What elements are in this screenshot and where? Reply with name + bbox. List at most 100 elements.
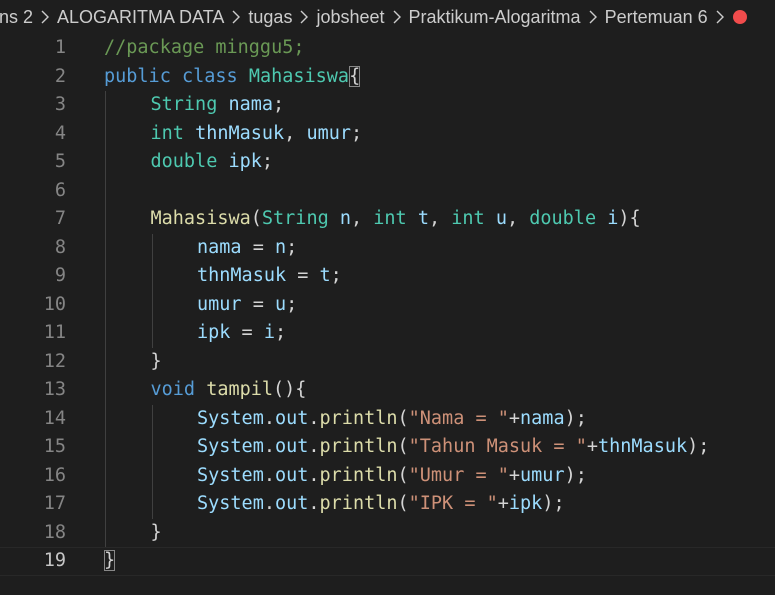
code-token: ); <box>564 464 587 486</box>
line-number: 16 <box>43 464 66 486</box>
line-number: 15 <box>43 436 66 457</box>
code-editor-window: ns 2 ALOGARITMA DATA tugas jobsheet Prak… <box>0 0 775 595</box>
code-token: . <box>263 464 275 486</box>
breadcrumb-item-jobsheet[interactable]: jobsheet <box>315 7 385 28</box>
code-line[interactable]: 5 double ipk; <box>0 148 775 177</box>
code-token: ); <box>542 493 565 514</box>
line-number: 4 <box>54 122 66 144</box>
code-token: System <box>197 493 264 514</box>
code-token: + <box>497 493 509 514</box>
code-text: //package minggu5; <box>104 34 304 63</box>
code-token: ; <box>261 151 274 172</box>
breadcrumb: ns 2 ALOGARITMA DATA tugas jobsheet Prak… <box>0 0 775 34</box>
line-number: 18 <box>43 521 66 543</box>
code-token: . <box>263 407 275 429</box>
code-line[interactable]: 7 Mahasiswa(String n, int t, int u, doubl… <box>0 205 775 234</box>
indent-guide <box>151 404 153 519</box>
code-token: umur <box>306 122 352 144</box>
line-number: 9 <box>54 265 66 286</box>
code-token: public <box>104 65 171 87</box>
breadcrumb-item-pertemuan-6[interactable]: Pertemuan 6 <box>604 7 709 28</box>
code-line[interactable]: 8 nama = n; <box>0 234 775 263</box>
code-line[interactable]: 6 <box>0 177 775 206</box>
code-token: ( <box>397 464 409 486</box>
code-token: System <box>197 464 264 486</box>
code-token: //package minggu5; <box>104 37 305 58</box>
code-token: "Tahun Masuk = " <box>408 436 587 457</box>
code-text: umur = u; <box>197 291 297 320</box>
code-token: } <box>104 550 116 571</box>
code-text: System.out.println("Tahun Masuk = "+thnM… <box>197 433 709 462</box>
line-number: 17 <box>43 493 66 514</box>
code-token: ; <box>330 265 342 286</box>
code-token: "IPK = " <box>408 493 498 514</box>
breadcrumb-item-folder[interactable]: ns 2 <box>0 7 34 28</box>
code-text: public class Mahasiswa{ <box>104 63 361 92</box>
code-line[interactable]: 3 String nama; <box>0 91 775 120</box>
code-token: println <box>319 464 398 486</box>
code-text: } <box>151 348 162 377</box>
code-token: Mahasiswa <box>150 208 251 229</box>
code-line[interactable]: 10 umur = u; <box>0 291 775 320</box>
line-number: 7 <box>54 208 66 229</box>
code-token: ); <box>564 407 587 429</box>
code-token: ){ <box>618 208 641 229</box>
chevron-right-icon <box>230 10 242 24</box>
code-line[interactable]: 16 System.out.println("Umur = "+umur); <box>0 462 775 491</box>
chevron-right-icon <box>391 10 403 24</box>
code-text: System.out.println("Nama = "+nama); <box>197 405 587 434</box>
code-line[interactable]: 18} <box>0 519 775 548</box>
code-line[interactable]: 1 //package minggu5; <box>0 34 775 63</box>
code-token: = <box>230 322 264 343</box>
code-token: void <box>150 379 196 400</box>
code-token: String <box>150 94 218 115</box>
breadcrumb-item-alogaritma-data[interactable]: ALOGARITMA DATA <box>56 7 225 28</box>
code-token: out <box>274 407 309 429</box>
code-token: . <box>263 436 275 457</box>
code-line[interactable]: 4 int thnMasuk, umur; <box>0 120 775 149</box>
code-token: tampil <box>206 379 274 400</box>
code-line[interactable]: 2 public class Mahasiswa{ <box>0 63 775 92</box>
code-token: umur <box>520 464 565 486</box>
line-number: 6 <box>54 179 66 201</box>
code-token: n <box>274 236 287 258</box>
code-token: t <box>319 265 331 286</box>
code-text: System.out.println("IPK = "+ipk); <box>197 490 565 519</box>
code-line[interactable]: 12} <box>0 348 775 377</box>
code-token: thnMasuk <box>195 122 285 144</box>
code-line[interactable]: 14 System.out.println("Nama = "+nama); <box>0 405 775 434</box>
code-token: i <box>263 322 275 343</box>
editor-text-area[interactable]: 1 //package minggu5; 2 public class Mahasis… <box>0 34 775 595</box>
line-number: 19 <box>43 550 66 571</box>
code-token: } <box>150 350 162 372</box>
code-line[interactable]: 17 System.out.println("IPK = "+ipk); <box>0 490 775 519</box>
code-token: ( <box>250 208 262 229</box>
code-line[interactable]: 19} <box>0 547 775 576</box>
code-token: "Nama = " <box>408 407 509 429</box>
code-token: = <box>241 236 275 258</box>
error-dot-icon[interactable] <box>732 10 747 24</box>
code-token: out <box>274 493 309 514</box>
code-token: int <box>373 208 407 229</box>
code-line[interactable]: 9 thnMasuk = t; <box>0 262 775 291</box>
chevron-right-icon <box>587 10 599 24</box>
breadcrumb-item-tugas[interactable]: tugas <box>247 7 293 28</box>
code-token: . <box>263 493 275 514</box>
code-token: ; <box>286 293 298 315</box>
code-line[interactable]: 15 System.out.println("Tahun Masuk = "+th… <box>0 433 775 462</box>
code-line[interactable]: 11 ipk = i; <box>0 319 775 348</box>
breadcrumb-item-praktikum[interactable]: Praktikum-Alogaritma <box>408 7 582 28</box>
code-token: println <box>319 436 398 457</box>
code-token: . <box>308 436 320 457</box>
code-line[interactable]: 13 void tampil(){ <box>0 376 775 405</box>
code-text: ipk = i; <box>197 319 286 348</box>
code-token: ; <box>351 122 363 144</box>
code-token: System <box>197 436 264 457</box>
